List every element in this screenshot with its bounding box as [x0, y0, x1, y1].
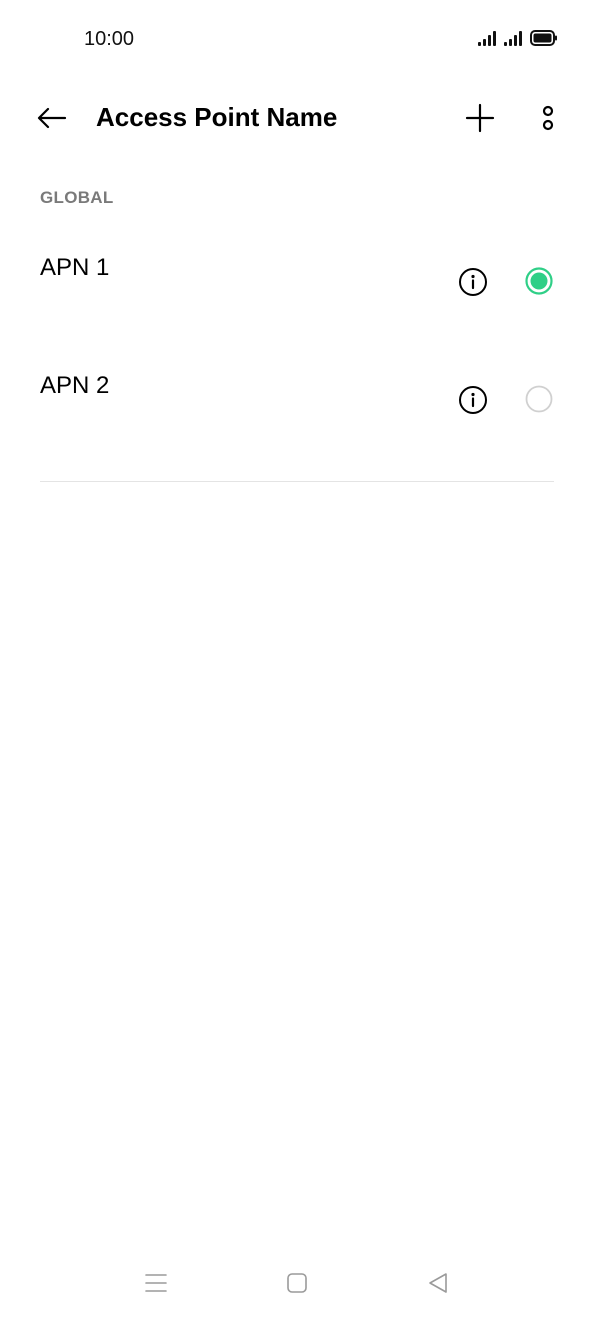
menu-icon [145, 1274, 167, 1292]
page-title: Access Point Name [96, 102, 338, 132]
arrow-left-icon [37, 107, 67, 129]
plus-icon [465, 103, 495, 133]
apn-name: APN 2 [40, 372, 110, 399]
system-nav-bar [0, 1250, 594, 1320]
apn-list: APN 1 APN 2 [0, 228, 594, 464]
apn-radio-selected[interactable] [524, 266, 554, 296]
home-square-icon [287, 1273, 307, 1293]
more-vertical-icon [542, 105, 554, 131]
section-header-global: GLOBAL [40, 188, 114, 207]
status-icons [478, 30, 558, 46]
radio-unchecked-icon [525, 385, 553, 413]
recents-button[interactable] [136, 1268, 176, 1298]
back-triangle-icon [429, 1273, 447, 1293]
radio-checked-icon [525, 267, 553, 295]
nav-back-button[interactable] [418, 1268, 458, 1298]
app-bar: Access Point Name [0, 86, 594, 150]
signal-2-icon [504, 30, 522, 46]
info-icon [459, 386, 487, 414]
status-bar: 10:00 [0, 0, 594, 80]
status-time: 10:00 [84, 28, 135, 50]
info-icon [459, 268, 487, 296]
battery-icon [530, 30, 558, 46]
apn-name: APN 1 [40, 254, 110, 281]
list-divider [40, 481, 554, 482]
apn-radio-unselected[interactable] [524, 384, 554, 414]
back-button[interactable] [30, 98, 74, 138]
home-button[interactable] [277, 1268, 317, 1298]
apn-info-button[interactable] [457, 266, 489, 298]
apn-info-button[interactable] [457, 384, 489, 416]
signal-1-icon [478, 30, 496, 46]
apn-list-item[interactable]: APN 2 [0, 346, 594, 464]
apn-list-item[interactable]: APN 1 [0, 228, 594, 346]
more-options-button[interactable] [528, 96, 568, 140]
add-apn-button[interactable] [458, 96, 502, 140]
